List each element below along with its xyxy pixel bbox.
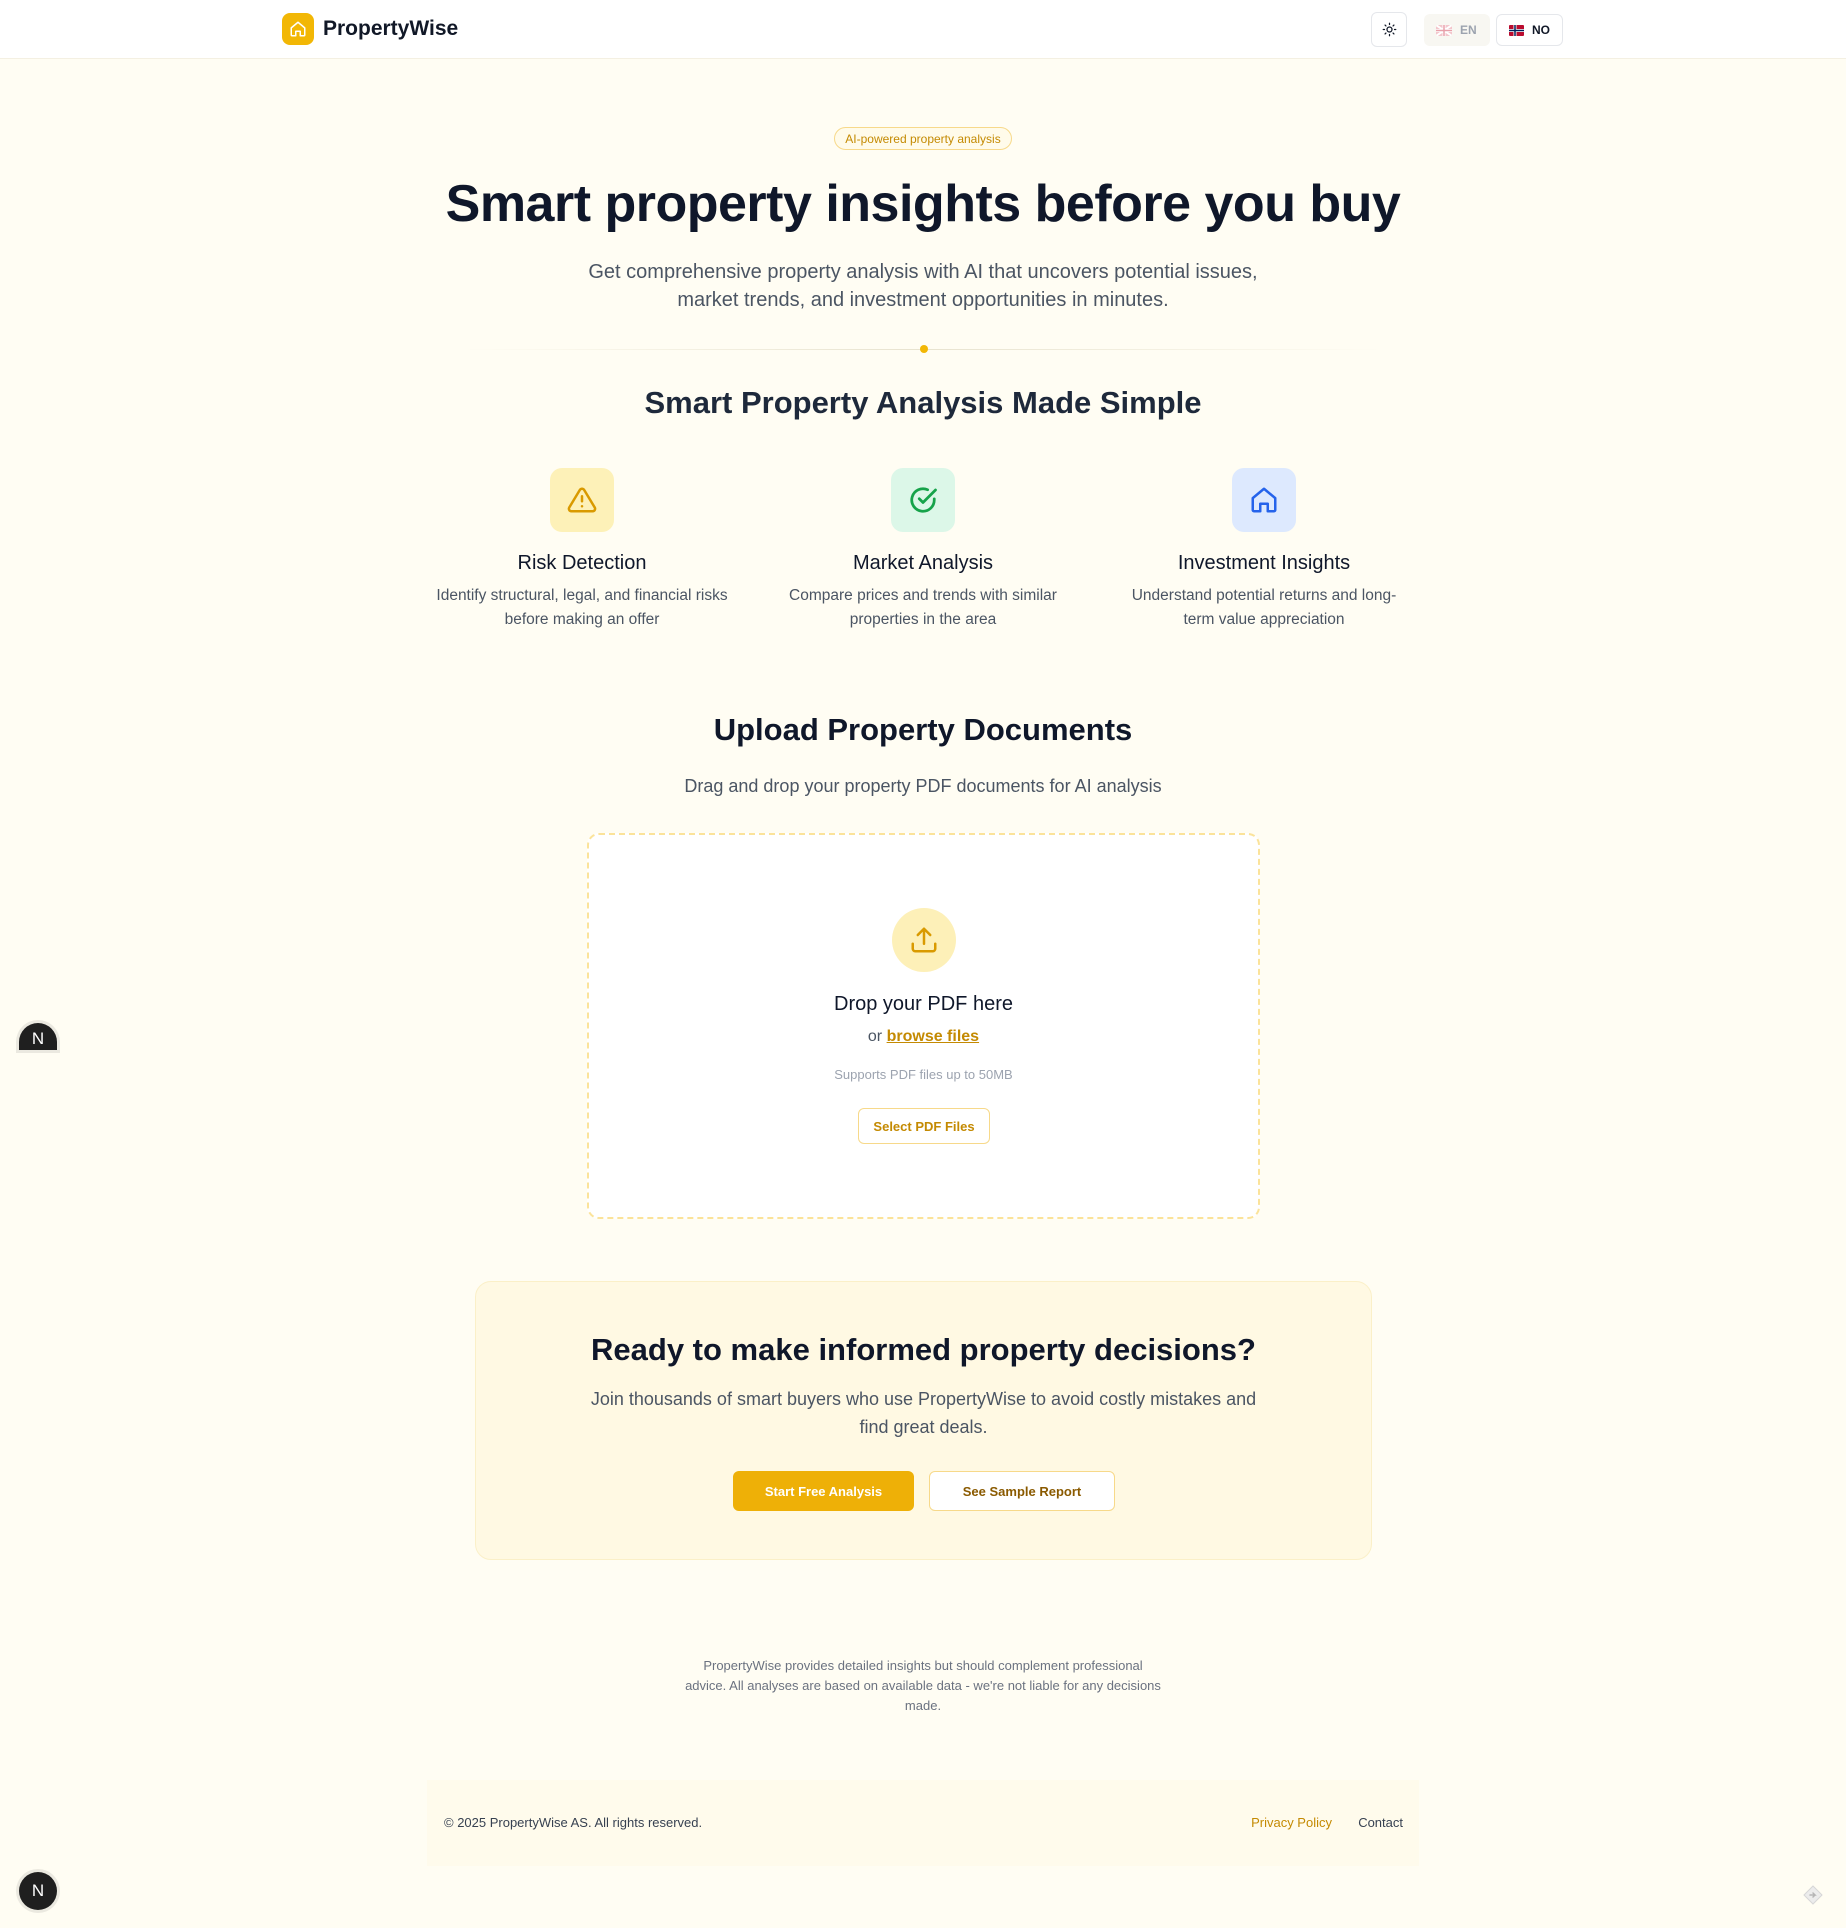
or-text: or — [867, 1028, 883, 1045]
ai-badge: AI-powered property analysis — [834, 127, 1012, 150]
feature-title: Investment Insights — [1177, 552, 1351, 574]
select-pdf-button[interactable]: Select PDF Files — [858, 1108, 990, 1144]
feature-description-line: Understand potential returns and long- — [1131, 587, 1397, 604]
feature-description: Understand potential returns and long- t… — [1109, 584, 1419, 632]
feature-title: Market Analysis — [852, 552, 994, 574]
drop-or-line: or browse files — [589, 1028, 1258, 1046]
cta-panel: Ready to make informed property decision… — [475, 1281, 1372, 1560]
cta-subtitle: Join thousands of smart buyers who use P… — [586, 1385, 1261, 1441]
top-nav: PropertyWise EN NO — [0, 0, 1846, 59]
sun-icon — [1382, 22, 1396, 37]
feature-description-line: term value appreciation — [1183, 611, 1345, 628]
route-indicator-icon[interactable] — [1801, 1883, 1825, 1907]
cta-subtitle-line: find great deals. — [859, 1417, 988, 1437]
hero-subtitle: Get comprehensive property analysis with… — [573, 258, 1273, 314]
upload-icon — [892, 908, 956, 972]
feature-description-line: Compare prices and trends with similar — [789, 587, 1057, 604]
feature-risk-detection: Risk Detection Identify structural, lega… — [427, 468, 737, 632]
feature-description-line: Identify structural, legal, and financia… — [436, 587, 728, 604]
feature-investment-insights: Investment Insights Understand potential… — [1109, 468, 1419, 632]
browse-files-link[interactable]: browse files — [887, 1028, 979, 1045]
house-icon — [1232, 468, 1296, 532]
check-circle-icon — [891, 468, 955, 532]
disclaimer: PropertyWise provides detailed insights … — [668, 1656, 1178, 1716]
uk-flag-icon — [1436, 24, 1452, 36]
pdf-dropzone[interactable]: Drop your PDF here or browse files Suppo… — [587, 833, 1260, 1219]
footer-copyright: © 2025 PropertyWise AS. All rights reser… — [444, 1815, 703, 1830]
features-section-title: Smart Property Analysis Made Simple — [644, 385, 1202, 420]
start-free-analysis-button[interactable]: Start Free Analysis — [733, 1471, 914, 1511]
cta-subtitle-line: Join thousands of smart buyers who use P… — [590, 1389, 1257, 1409]
hero-title: Smart property insights before you buy — [445, 175, 1401, 233]
brand-logo[interactable]: PropertyWise — [282, 13, 458, 45]
see-sample-report-button[interactable]: See Sample Report — [929, 1471, 1115, 1511]
feature-title: Risk Detection — [517, 552, 647, 574]
hero-subtitle-line: market trends, and investment opportunit… — [677, 289, 1169, 311]
dev-tools-badge[interactable]: N — [19, 1872, 57, 1910]
drop-title: Drop your PDF here — [834, 993, 1013, 1015]
house-logo-icon — [282, 13, 314, 45]
brand-name: PropertyWise — [323, 17, 459, 40]
hero-subtitle-line: Get comprehensive property analysis with… — [588, 261, 1258, 283]
dev-tools-badge-partial[interactable]: N — [19, 1023, 57, 1050]
divider-dot — [920, 345, 928, 353]
disclaimer-line: PropertyWise provides detailed insights … — [703, 1658, 1143, 1673]
feature-description: Compare prices and trends with similar p… — [768, 584, 1078, 632]
feature-description: Identify structural, legal, and financia… — [427, 584, 737, 632]
file-support-note: Supports PDF files up to 50MB — [834, 1067, 1013, 1082]
disclaimer-line: advice. All analyses are based on availa… — [685, 1678, 1161, 1693]
feature-description-line: properties in the area — [849, 611, 997, 628]
cta-title: Ready to make informed property decision… — [591, 1332, 1256, 1367]
privacy-policy-link[interactable]: Privacy Policy — [1251, 1815, 1332, 1830]
feature-description-line: before making an offer — [504, 611, 660, 628]
feature-market-analysis: Market Analysis Compare prices and trend… — [768, 468, 1078, 632]
warning-triangle-icon — [550, 468, 614, 532]
language-en-label: EN — [1460, 23, 1477, 37]
contact-link[interactable]: Contact — [1358, 1815, 1403, 1830]
footer: © 2025 PropertyWise AS. All rights reser… — [427, 1780, 1419, 1866]
theme-toggle-button[interactable] — [1371, 12, 1407, 47]
language-no-label: NO — [1532, 23, 1550, 37]
upload-section-subtitle: Drag and drop your property PDF document… — [684, 776, 1162, 796]
language-en-button[interactable]: EN — [1424, 14, 1490, 46]
upload-section-title: Upload Property Documents — [713, 712, 1133, 747]
norway-flag-icon — [1509, 24, 1524, 36]
language-no-button[interactable]: NO — [1496, 14, 1563, 46]
disclaimer-line: made. — [904, 1698, 942, 1713]
